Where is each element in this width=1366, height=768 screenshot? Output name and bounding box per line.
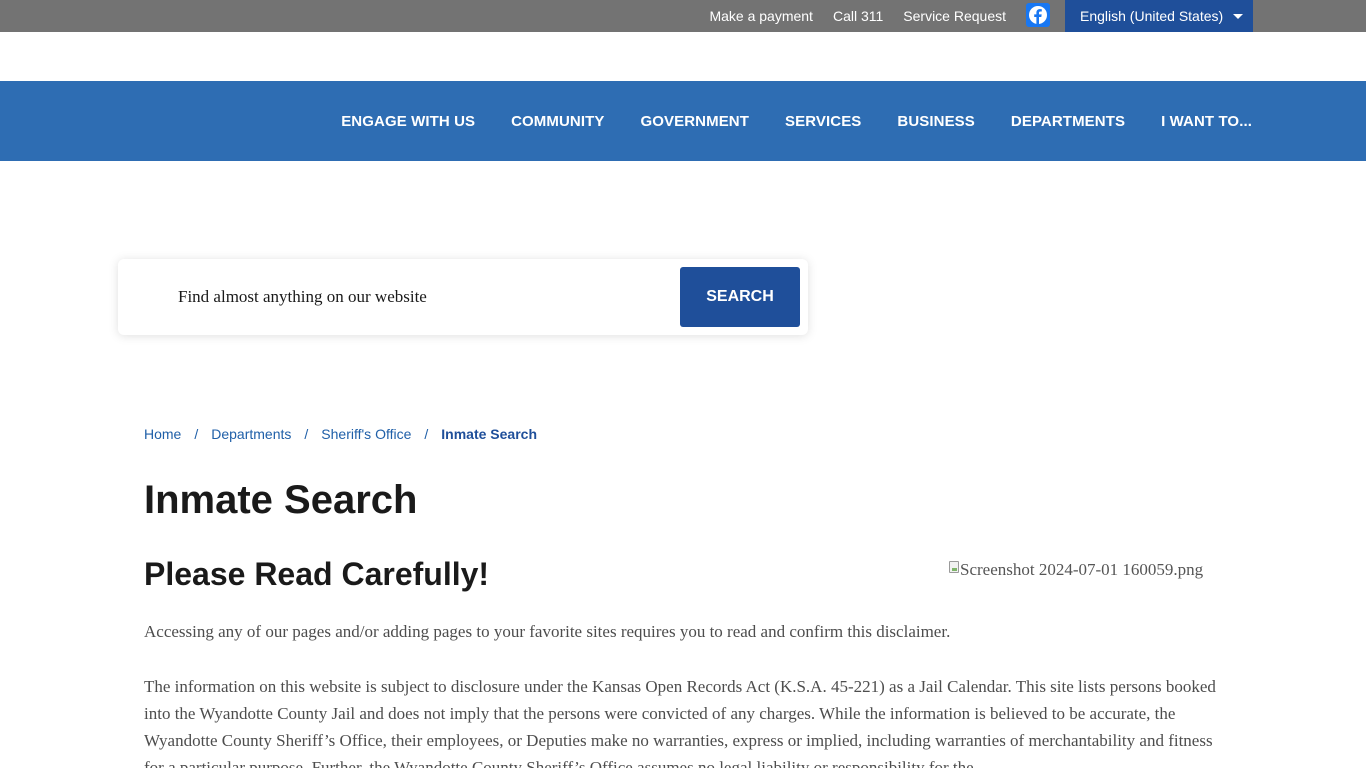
search-button[interactable]: SEARCH [680,267,800,327]
disclaimer-body: The information on this website is subje… [144,677,1216,768]
breadcrumb-departments[interactable]: Departments [211,426,291,442]
call-311-link[interactable]: Call 311 [833,8,883,24]
nav-item-i-want-to[interactable]: I WANT TO... [1161,113,1252,130]
nav-item-business[interactable]: BUSINESS [897,113,975,130]
broken-image: Screenshot 2024-07-01 160059.png [949,560,1229,580]
nav-item-government[interactable]: GOVERNMENT [641,113,750,130]
breadcrumb: Home / Departments / Sheriff's Office / … [144,426,537,442]
search-card: SEARCH [118,259,808,335]
page-title: Inmate Search [144,478,418,522]
breadcrumb-current: Inmate Search [441,426,537,442]
breadcrumb-home[interactable]: Home [144,426,181,442]
breadcrumb-separator: / [304,426,309,442]
utility-bar: Make a payment Call 311 Service Request … [0,0,1366,32]
language-select[interactable]: English (United States) [1065,0,1253,32]
facebook-icon[interactable] [1026,3,1050,27]
facebook-glyph [1029,6,1047,24]
nav-item-community[interactable]: COMMUNITY [511,113,604,130]
disclaimer-intro: Accessing any of our pages and/or adding… [144,622,951,641]
make-payment-link[interactable]: Make a payment [709,8,813,24]
breadcrumb-sheriffs-office[interactable]: Sheriff's Office [321,426,411,442]
broken-image-icon [949,561,959,573]
service-request-link[interactable]: Service Request [903,8,1006,24]
search-input[interactable] [178,277,658,317]
breadcrumb-separator: / [194,426,199,442]
image-alt-text: Screenshot 2024-07-01 160059.png [960,560,1204,579]
chevron-down-icon [1233,14,1243,19]
utility-links: Make a payment Call 311 Service Request [689,0,1006,32]
nav-item-engage-with-us[interactable]: ENGAGE WITH US [341,113,475,130]
section-heading: Please Read Carefully! [144,556,490,592]
nav-item-services[interactable]: SERVICES [785,113,861,130]
main-nav: ENGAGE WITH US COMMUNITY GOVERNMENT SERV… [0,81,1366,161]
nav-item-departments[interactable]: DEPARTMENTS [1011,113,1125,130]
nav-list: ENGAGE WITH US COMMUNITY GOVERNMENT SERV… [305,81,1252,161]
language-label: English (United States) [1080,8,1224,24]
breadcrumb-separator: / [424,426,429,442]
